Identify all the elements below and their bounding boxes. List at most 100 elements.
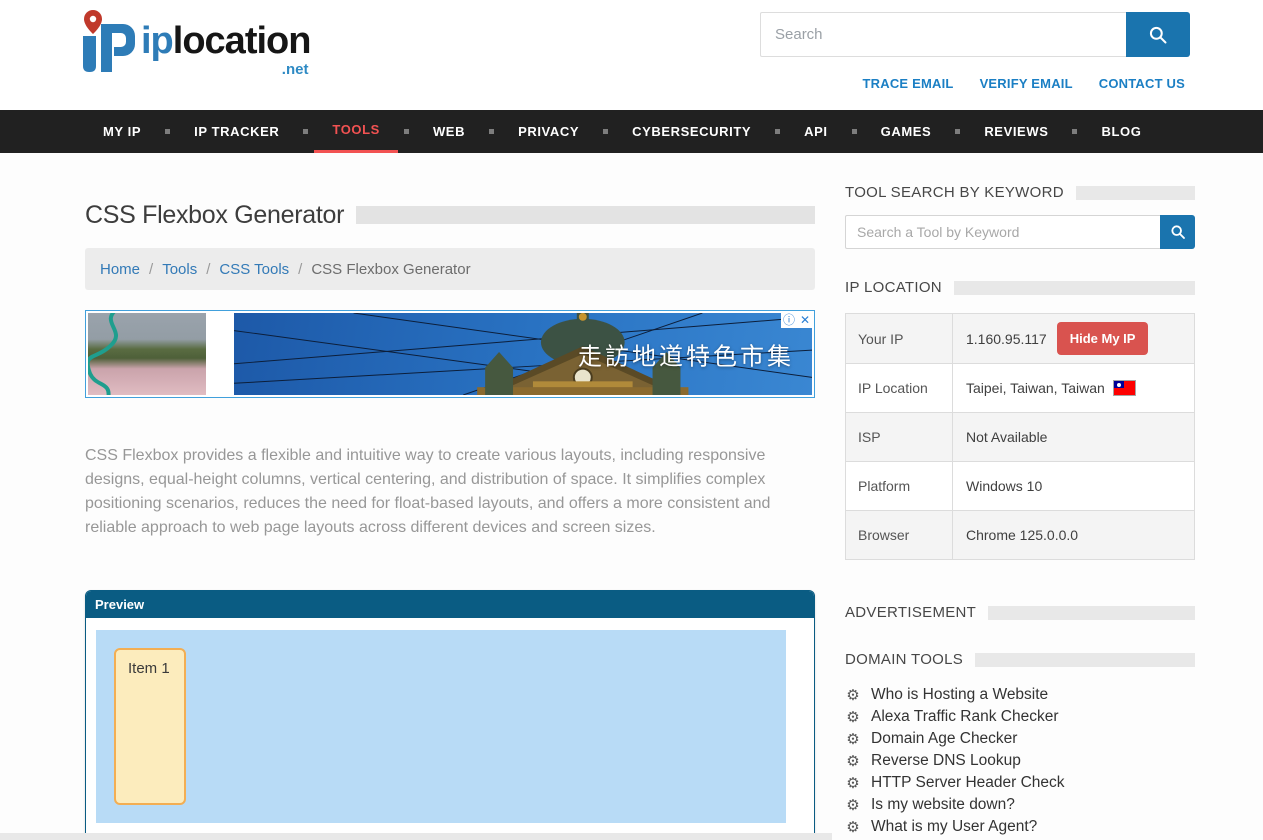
breadcrumb-current: CSS Flexbox Generator xyxy=(311,261,470,278)
ad-close-icon[interactable]: ✕ xyxy=(797,312,813,328)
row-label: Platform xyxy=(846,462,953,511)
ad-image-landscape xyxy=(88,313,206,395)
sidebar: TOOL SEARCH BY KEYWORD IP LOCATION Your … xyxy=(845,184,1195,838)
platform-value: Windows 10 xyxy=(966,478,1042,494)
flex-preview-container: Item 1 xyxy=(96,630,786,823)
heading-decoration-bar xyxy=(1076,186,1195,200)
domain-tool-link-domain-age[interactable]: Domain Age Checker xyxy=(871,730,1017,748)
trace-email-link[interactable]: TRACE EMAIL xyxy=(863,76,954,91)
header-search-input[interactable] xyxy=(760,12,1126,57)
list-item: ⚙ Reverse DNS Lookup xyxy=(845,750,1195,772)
hide-my-ip-button[interactable]: Hide My IP xyxy=(1057,322,1149,355)
logo-icon xyxy=(75,8,139,74)
row-label: IP Location xyxy=(846,364,953,413)
table-row: ISP Not Available xyxy=(846,412,1194,461)
breadcrumb-home[interactable]: Home xyxy=(100,261,140,278)
header-links: TRACE EMAIL VERIFY EMAIL CONTACT US xyxy=(863,76,1185,91)
gear-icon: ⚙ xyxy=(845,820,861,835)
browser-value: Chrome 125.0.0.0 xyxy=(966,527,1078,543)
domain-tool-link-alexa-rank[interactable]: Alexa Traffic Rank Checker xyxy=(871,708,1059,726)
nav-separator xyxy=(489,129,494,134)
domain-tool-link-user-agent[interactable]: What is my User Agent? xyxy=(871,818,1037,836)
gear-icon: ⚙ xyxy=(845,798,861,813)
domain-tool-link-hosting[interactable]: Who is Hosting a Website xyxy=(871,686,1048,704)
domain-tool-link-website-down[interactable]: Is my website down? xyxy=(871,796,1015,814)
nav-item-ip-tracker[interactable]: IP TRACKER xyxy=(176,110,297,153)
logo-text: iplocation .net xyxy=(141,22,310,78)
breadcrumb-tools[interactable]: Tools xyxy=(162,261,197,278)
logo-text-location: location xyxy=(173,20,311,62)
breadcrumb-css-tools[interactable]: CSS Tools xyxy=(219,261,289,278)
nav-item-my-ip[interactable]: MY IP xyxy=(85,110,159,153)
nav-item-games[interactable]: GAMES xyxy=(863,110,950,153)
footer-strip xyxy=(0,833,832,840)
gear-icon: ⚙ xyxy=(845,688,861,703)
table-row: IP Location Taipei, Taiwan, Taiwan xyxy=(846,363,1194,412)
nav-separator xyxy=(303,129,308,134)
title-decoration-bar xyxy=(356,206,815,224)
ad-banner[interactable]: 走訪地道特色市集 ⓘ ✕ xyxy=(85,310,815,398)
taiwan-flag-icon xyxy=(1114,381,1135,395)
list-item: ⚙ What is my User Agent? xyxy=(845,816,1195,838)
contact-us-link[interactable]: CONTACT US xyxy=(1099,76,1185,91)
logo[interactable]: iplocation .net xyxy=(75,8,310,78)
nav-item-blog[interactable]: BLOG xyxy=(1083,110,1159,153)
breadcrumb-separator: / xyxy=(206,261,210,278)
nav-separator xyxy=(165,129,170,134)
advertisement-heading: ADVERTISEMENT xyxy=(845,604,976,621)
page-title: CSS Flexbox Generator xyxy=(85,201,344,230)
row-label: ISP xyxy=(846,413,953,462)
domain-tool-link-http-header[interactable]: HTTP Server Header Check xyxy=(871,774,1065,792)
tool-search-input[interactable] xyxy=(845,215,1160,249)
heading-decoration-bar xyxy=(954,281,1195,295)
preview-header: Preview xyxy=(86,591,814,618)
domain-tool-link-reverse-dns[interactable]: Reverse DNS Lookup xyxy=(871,752,1021,770)
list-item: ⚙ Is my website down? xyxy=(845,794,1195,816)
nav-item-reviews[interactable]: REVIEWS xyxy=(966,110,1066,153)
nav-item-tools[interactable]: TOOLS xyxy=(314,110,398,153)
nav-separator xyxy=(1072,129,1077,134)
tool-search-heading: TOOL SEARCH BY KEYWORD xyxy=(845,184,1064,201)
header-search-button[interactable] xyxy=(1126,12,1190,57)
breadcrumb: Home / Tools / CSS Tools / CSS Flexbox G… xyxy=(85,248,815,290)
nav-separator xyxy=(775,129,780,134)
row-label: Browser xyxy=(846,511,953,560)
your-ip-value: 1.160.95.117 xyxy=(966,331,1047,347)
preview-panel: Preview Item 1 xyxy=(85,590,815,840)
breadcrumb-separator: / xyxy=(149,261,153,278)
heading-decoration-bar xyxy=(988,606,1195,620)
ad-caption: 走訪地道特色市集 xyxy=(578,337,794,372)
nav-item-privacy[interactable]: PRIVACY xyxy=(500,110,597,153)
heading-decoration-bar xyxy=(975,653,1195,667)
domain-tools-heading: DOMAIN TOOLS xyxy=(845,651,963,668)
preview-body: Item 1 xyxy=(86,618,814,823)
list-item: ⚙ HTTP Server Header Check xyxy=(845,772,1195,794)
nav-separator xyxy=(603,129,608,134)
breadcrumb-separator: / xyxy=(298,261,302,278)
nav-item-web[interactable]: WEB xyxy=(415,110,483,153)
tool-search xyxy=(845,215,1195,249)
gear-icon: ⚙ xyxy=(845,776,861,791)
table-row: Browser Chrome 125.0.0.0 xyxy=(846,510,1194,559)
logo-text-ip: ip xyxy=(141,20,173,62)
ad-controls: ⓘ ✕ xyxy=(781,312,813,328)
domain-tools-list: ⚙ Who is Hosting a Website ⚙ Alexa Traff… xyxy=(845,684,1195,838)
nav-item-api[interactable]: API xyxy=(786,110,845,153)
ip-location-value: Taipei, Taiwan, Taiwan xyxy=(966,380,1105,396)
row-label: Your IP xyxy=(846,314,953,363)
tool-search-button[interactable] xyxy=(1160,215,1195,249)
search-icon xyxy=(1170,224,1186,240)
verify-email-link[interactable]: VERIFY EMAIL xyxy=(980,76,1073,91)
list-item: ⚙ Who is Hosting a Website xyxy=(845,684,1195,706)
tool-description: CSS Flexbox provides a flexible and intu… xyxy=(85,444,791,540)
isp-value: Not Available xyxy=(966,429,1047,445)
table-row: Your IP 1.160.95.117 Hide My IP xyxy=(846,314,1194,363)
flex-preview-item-1[interactable]: Item 1 xyxy=(114,648,186,805)
list-item: ⚙ Domain Age Checker xyxy=(845,728,1195,750)
nav-separator xyxy=(404,129,409,134)
ad-info-icon[interactable]: ⓘ xyxy=(781,312,797,328)
nav-separator xyxy=(955,129,960,134)
ip-location-table: Your IP 1.160.95.117 Hide My IP IP Locat… xyxy=(845,313,1195,560)
ip-location-heading: IP LOCATION xyxy=(845,279,942,296)
nav-item-cybersecurity[interactable]: CYBERSECURITY xyxy=(614,110,769,153)
